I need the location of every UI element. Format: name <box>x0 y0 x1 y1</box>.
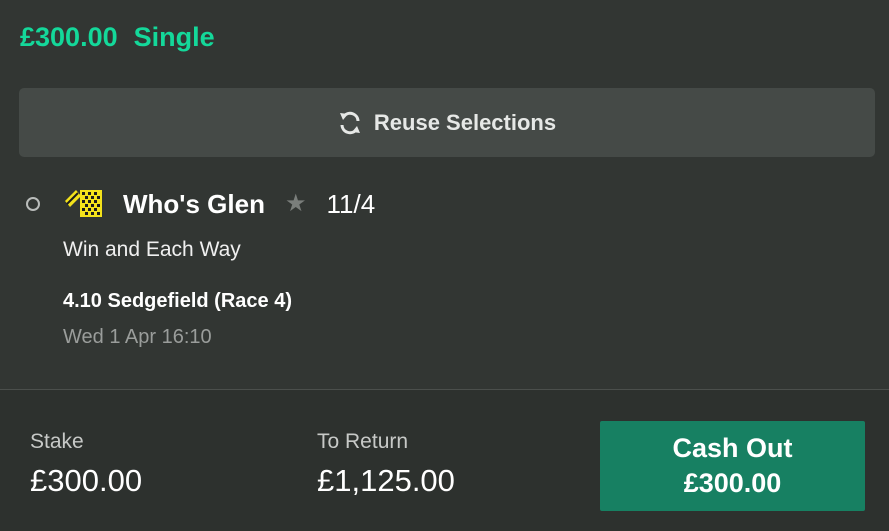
cash-out-label: Cash Out <box>672 433 793 463</box>
stake-value: £300.00 <box>30 463 143 498</box>
cash-out-value: £300.00 <box>683 468 782 498</box>
bet-amount: £300.00 <box>20 22 118 52</box>
stake-label: Stake <box>30 430 84 453</box>
market-name: Win and Each Way <box>63 238 241 261</box>
jockey-silks-icon <box>64 187 104 221</box>
bet-type: Single <box>133 22 215 52</box>
bet-header: £300.00 Single <box>20 20 215 54</box>
cash-out-button[interactable]: Cash Out £300.00 <box>600 421 865 511</box>
runner-name: Who's Glen <box>123 188 265 219</box>
star-icon[interactable]: ★ <box>285 192 307 216</box>
odds-value: 11/4 <box>326 188 376 219</box>
reuse-selections-button[interactable]: Reuse Selections <box>19 88 875 157</box>
refresh-icon <box>338 110 362 136</box>
event-name: 4.10 Sedgefield (Race 4) <box>63 290 292 312</box>
return-label: To Return <box>317 430 409 453</box>
event-datetime: Wed 1 Apr 16:10 <box>63 326 212 348</box>
selection-radio[interactable] <box>26 197 40 211</box>
selection-row: Who's Glen ★ 11/4 <box>26 184 375 224</box>
return-value: £1,125.00 <box>317 463 455 498</box>
reuse-selections-label: Reuse Selections <box>373 109 557 135</box>
